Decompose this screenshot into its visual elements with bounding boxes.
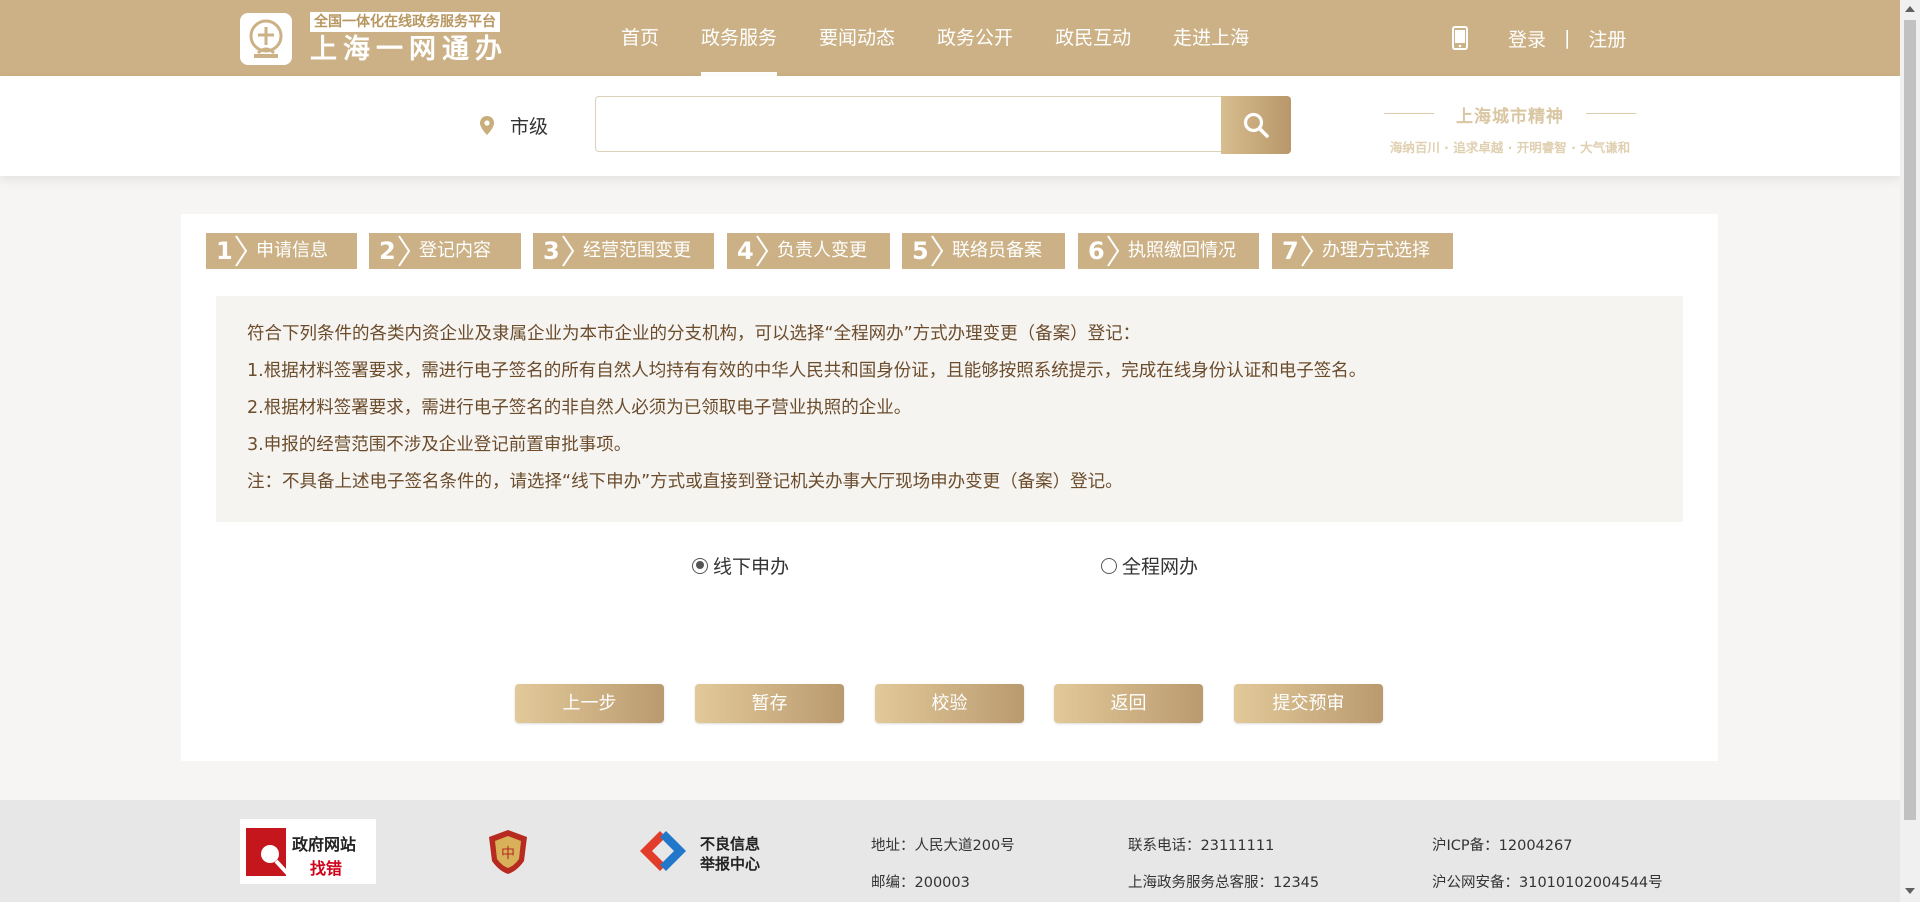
website-error-report-logo[interactable]: 政府网站 找错: [240, 819, 376, 884]
logo-line-2: 找错: [310, 859, 343, 878]
radio-button[interactable]: [1101, 557, 1117, 574]
step-3[interactable]: 3 经营范围变更: [533, 233, 714, 269]
logo-title: 上海一网通办: [310, 34, 508, 65]
radio-button[interactable]: [692, 557, 708, 574]
eligibility-notice: 符合下列条件的各类内资企业及隶属企业为本市企业的分支机构，可以选择“全程网办”方…: [216, 296, 1683, 522]
chevron-right-icon: [1301, 235, 1314, 267]
search-button[interactable]: [1221, 96, 1291, 154]
step-label: 联络员备案: [952, 240, 1042, 261]
location-selector[interactable]: 市级: [510, 112, 548, 139]
search-input[interactable]: [595, 96, 1223, 152]
scroll-down-icon[interactable]: [1905, 888, 1915, 894]
shield-emblem-icon[interactable]: 中: [487, 829, 529, 875]
chevron-right-icon: [756, 235, 769, 267]
page-scrollbar[interactable]: [1900, 0, 1920, 902]
login-link[interactable]: 登录: [1508, 25, 1546, 52]
chevron-right-icon: [1107, 235, 1120, 267]
step-2[interactable]: 2 登记内容: [369, 233, 521, 269]
chevron-right-icon: [235, 235, 248, 267]
step-7[interactable]: 7 办理方式选择: [1272, 233, 1453, 269]
logo-line-1: 不良信息: [700, 835, 761, 853]
magnifier-logo-icon: [246, 828, 290, 876]
notice-intro: 符合下列条件的各类内资企业及隶属企业为本市企业的分支机构，可以选择“全程网办”方…: [247, 324, 1141, 344]
phone-text: 联系电话：23111111: [1128, 838, 1275, 854]
nav-about-shanghai[interactable]: 走进上海: [1152, 0, 1270, 76]
bad-info-report-center-logo[interactable]: 不良信息 举报中心: [638, 831, 760, 875]
address-text: 地址：人民大道200号: [871, 838, 1015, 854]
link-separator: |: [1564, 27, 1571, 49]
step-label: 登记内容: [419, 240, 491, 261]
nav-government-services[interactable]: 政务服务: [680, 0, 798, 76]
option-offline[interactable]: 线下申办: [692, 552, 789, 579]
main-nav: 首页 政务服务 要闻动态 政务公开 政民互动 走进上海: [600, 0, 1270, 76]
step-label: 经营范围变更: [583, 240, 691, 261]
site-logo[interactable]: 全国一体化在线政务服务平台 上海一网通办: [240, 12, 520, 66]
step-1[interactable]: 1 申请信息: [206, 233, 357, 269]
step-label: 办理方式选择: [1322, 240, 1430, 261]
step-label: 执照缴回情况: [1128, 240, 1236, 261]
prev-step-button[interactable]: 上一步: [515, 684, 664, 723]
top-header: 全国一体化在线政务服务平台 上海一网通办 首页 政务服务 要闻动态 政务公开 政…: [0, 0, 1900, 76]
hotline-text: 上海政务服务总客服：12345: [1128, 875, 1320, 891]
step-number: 2: [379, 237, 396, 265]
user-links: 登录 | 注册: [1452, 0, 1626, 76]
logo-line-2: 举报中心: [700, 855, 761, 873]
police-record-text: 沪公网安备：31010102004544号: [1432, 875, 1663, 891]
chevron-right-icon: [562, 235, 575, 267]
step-number: 3: [543, 237, 560, 265]
notice-condition-1: 1.根据材料签署要求，需进行电子签名的所有自然人均持有有效的中华人民共和国身份证…: [247, 361, 1367, 381]
back-button[interactable]: 返回: [1054, 684, 1203, 723]
postcode-text: 邮编：200003: [871, 875, 970, 891]
logo-line-1: 政府网站: [292, 835, 357, 854]
scroll-up-icon[interactable]: [1905, 6, 1915, 12]
nav-government-disclosure[interactable]: 政务公开: [916, 0, 1034, 76]
report-icon: [640, 831, 686, 871]
city-spirit-title: 上海城市精神: [1360, 102, 1660, 127]
validate-button[interactable]: 校验: [875, 684, 1024, 723]
main-card: 1 申请信息 2 登记内容 3 经营范围变更 4 负责人变更 5 联络员备案 6…: [181, 214, 1718, 761]
step-5[interactable]: 5 联络员备案: [902, 233, 1065, 269]
step-number: 1: [216, 237, 233, 265]
step-4[interactable]: 4 负责人变更: [727, 233, 890, 269]
footer: 政府网站 找错 中 不良信息 举报中心 地址：人民大道200号 邮编：20000…: [0, 800, 1900, 902]
location-pin-icon: [480, 116, 494, 135]
nav-news[interactable]: 要闻动态: [798, 0, 916, 76]
chevron-right-icon: [398, 235, 411, 267]
save-draft-button[interactable]: 暂存: [695, 684, 844, 723]
step-6[interactable]: 6 执照缴回情况: [1078, 233, 1259, 269]
step-number: 4: [737, 237, 754, 265]
notice-note: 注：不具备上述电子签名条件的，请选择“线下申办”方式或直接到登记机关办事大厅现场…: [247, 472, 1123, 492]
svg-text:中: 中: [501, 846, 515, 862]
city-spirit-banner: 上海城市精神 海纳百川 · 追求卓越 · 开明睿智 · 大气谦和: [1360, 102, 1660, 160]
nav-home[interactable]: 首页: [600, 0, 680, 76]
option-fully-online[interactable]: 全程网办: [1101, 552, 1198, 579]
step-label: 负责人变更: [777, 240, 867, 261]
option-label: 线下申办: [713, 556, 790, 578]
step-number: 7: [1282, 237, 1299, 265]
logo-tagline: 全国一体化在线政务服务平台: [310, 12, 500, 32]
logo-emblem-icon: [240, 13, 292, 65]
search-icon: [1243, 112, 1269, 138]
nav-public-interaction[interactable]: 政民互动: [1034, 0, 1152, 76]
submit-review-button[interactable]: 提交预审: [1234, 684, 1383, 723]
chevron-right-icon: [931, 235, 944, 267]
register-link[interactable]: 注册: [1588, 25, 1626, 52]
step-number: 5: [912, 237, 929, 265]
notice-condition-3: 3.申报的经营范围不涉及企业登记前置审批事项。: [247, 435, 632, 455]
search-band: 市级 上海城市精神 海纳百川 · 追求卓越 · 开明睿智 · 大气谦和: [0, 76, 1900, 176]
scrollbar-thumb[interactable]: [1904, 20, 1916, 820]
option-label: 全程网办: [1122, 556, 1199, 578]
step-label: 申请信息: [256, 240, 328, 261]
city-spirit-subtitle: 海纳百川 · 追求卓越 · 开明睿智 · 大气谦和: [1389, 140, 1631, 155]
notice-condition-2: 2.根据材料签署要求，需进行电子签名的非自然人必须为已领取电子营业执照的企业。: [247, 398, 912, 418]
phone-icon[interactable]: [1452, 26, 1468, 50]
icp-text: 沪ICP备：12004267: [1432, 838, 1573, 854]
step-number: 6: [1088, 237, 1105, 265]
